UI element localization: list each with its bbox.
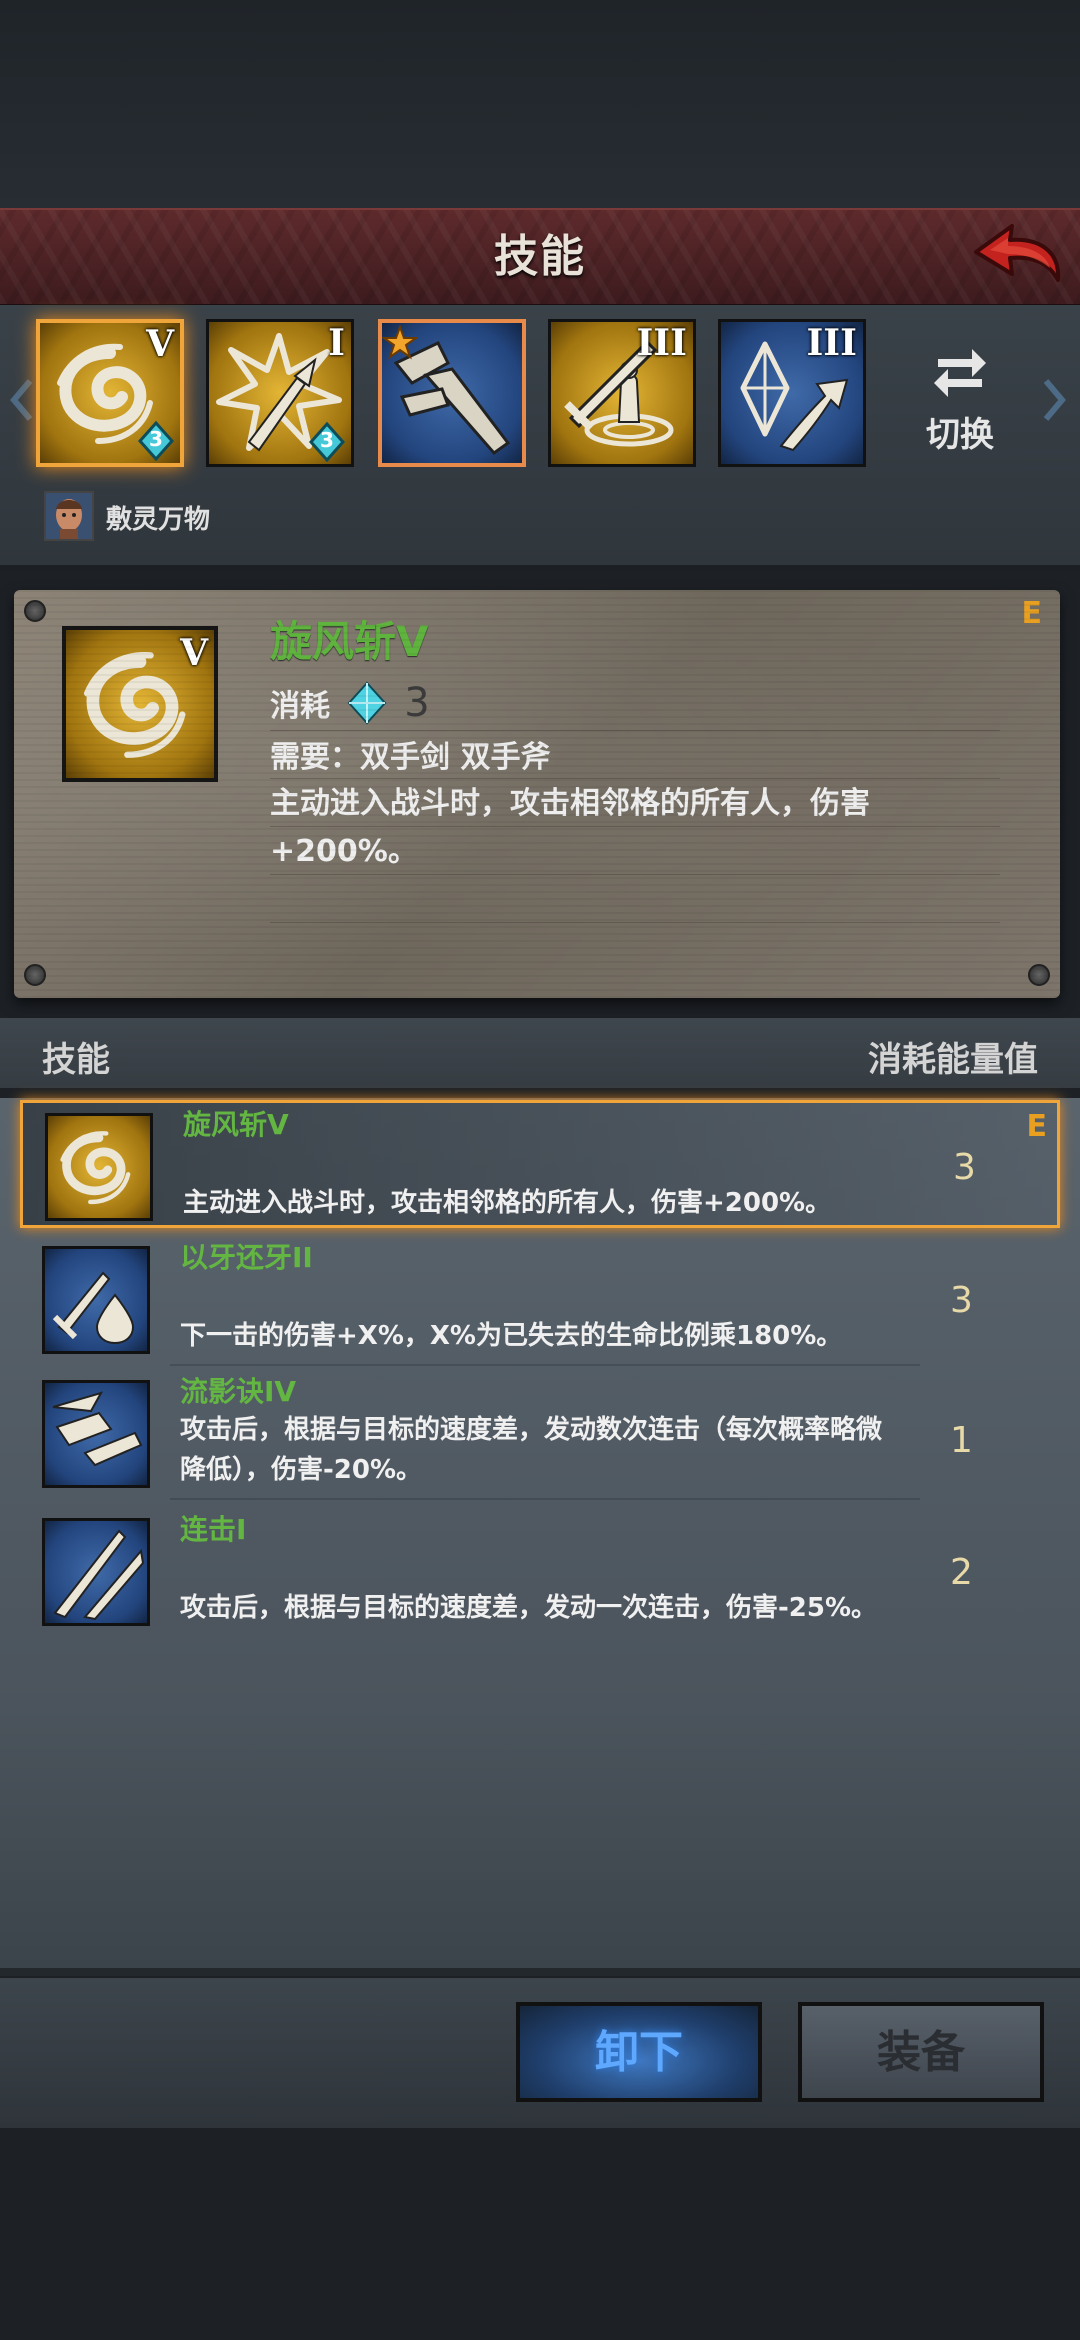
detail-skill-icon: V — [62, 626, 218, 782]
page-title: 技能 — [494, 231, 586, 282]
divider — [270, 922, 1000, 923]
scroll-right-icon[interactable] — [1040, 375, 1070, 425]
divider — [270, 826, 1000, 827]
skill-list: 旋风斩V 主动进入战斗时，攻击相邻格的所有人，伤害+200%。 3 E 以牙还牙… — [0, 1098, 1080, 1976]
column-energy-cost: 消耗能量值 — [868, 1040, 1038, 1080]
divider — [270, 730, 1000, 731]
skill-cost: 2 — [950, 1552, 973, 1593]
skill-slot-4[interactable]: III — [548, 319, 696, 467]
star-icon — [382, 325, 418, 360]
list-item[interactable]: 旋风斩V 主动进入战斗时，攻击相邻格的所有人，伤害+200%。 3 E — [20, 1100, 1060, 1228]
gem-badge-icon: 3 — [307, 422, 347, 462]
list-item[interactable]: 以牙还牙II 下一击的伤害+X%，X%为已失去的生命比例乘180%。 3 — [20, 1236, 1060, 1366]
detail-grade: E — [1021, 596, 1043, 631]
switch-button[interactable]: 切换 — [920, 345, 1000, 456]
skill-slot-4-rank: III — [636, 322, 687, 364]
skill-description: 主动进入战斗时，攻击相邻格的所有人，伤害+200%。 — [183, 1188, 832, 1218]
combo-strike-icon — [42, 1518, 150, 1626]
equipped-skill-bar: V 3 I 3 III III 切换 敷灵万物 — [0, 305, 1080, 571]
energy-gem-icon — [347, 681, 387, 725]
divider — [270, 778, 1000, 779]
whirlwind-icon — [45, 1113, 153, 1221]
equip-button[interactable]: 装备 — [798, 2002, 1044, 2102]
skill-list-header: 技能 消耗能量值 — [0, 1018, 1080, 1088]
skill-slot-2-rank: I — [328, 322, 345, 364]
skill-cost: 3 — [950, 1280, 973, 1321]
back-arrow-icon[interactable] — [968, 218, 1064, 298]
skill-cost: 1 — [950, 1420, 973, 1461]
scroll-left-icon[interactable] — [6, 375, 36, 425]
rivet — [1028, 964, 1050, 986]
skill-slot-2[interactable]: I 3 — [206, 319, 354, 467]
cost-label: 消耗 — [270, 689, 330, 724]
rivet — [24, 964, 46, 986]
character-name: 敷灵万物 — [106, 505, 211, 535]
switch-label: 切换 — [926, 415, 994, 455]
divider — [170, 1364, 920, 1366]
list-item[interactable]: 流影诀IV 攻击后，根据与目标的速度差，发动数次连击（每次概率略微降低），伤害-… — [20, 1370, 1060, 1500]
action-bar: 卸下 装备 — [0, 1978, 1080, 2128]
swap-arrows-icon — [934, 349, 986, 397]
divider — [170, 1498, 920, 1500]
skill-slot-5-rank: III — [806, 322, 857, 364]
skill-name: 旋风斩V — [183, 1108, 289, 1141]
gem-badge-icon: 3 — [136, 421, 176, 461]
detail-skill-rank: V — [180, 632, 208, 674]
cost-value: 3 — [404, 680, 430, 726]
skill-name: 连击I — [180, 1513, 247, 1546]
skill-slot-2-badge: 3 — [320, 428, 334, 452]
column-skill: 技能 — [42, 1040, 110, 1080]
detail-cost: 消耗 3 — [270, 680, 430, 730]
skill-grade: E — [1026, 1109, 1048, 1144]
skill-name: 流影诀IV — [180, 1375, 297, 1408]
skill-detail-panel: V 旋风斩V E 消耗 3 需要：双手剑 双手斧 主动进入战斗时，攻击相邻格的所… — [14, 590, 1060, 998]
skill-description: 攻击后，根据与目标的速度差，发动一次连击，伤害-25%。 — [180, 1593, 878, 1623]
unequip-button[interactable]: 卸下 — [516, 2002, 762, 2102]
skill-cost: 3 — [953, 1147, 976, 1188]
skill-description: 下一击的伤害+X%，X%为已失去的生命比例乘180%。 — [180, 1321, 843, 1351]
title-bar: 技能 — [0, 208, 1080, 307]
rivet — [24, 600, 46, 622]
avatar — [44, 491, 94, 541]
shadow-blade-icon — [42, 1380, 150, 1488]
skill-slot-5[interactable]: III — [718, 319, 866, 467]
divider — [270, 874, 1000, 875]
status-area — [0, 0, 1080, 208]
skill-slot-1-badge: 3 — [149, 427, 163, 451]
blood-sword-icon — [42, 1246, 150, 1354]
skill-slot-1-rank: V — [146, 323, 174, 365]
skill-name: 以牙还牙II — [180, 1241, 313, 1274]
detail-skill-name: 旋风斩V — [270, 617, 429, 666]
bottom-area — [0, 2128, 1080, 2340]
detail-description: 主动进入战斗时，攻击相邻格的所有人，伤害+200%。 — [270, 786, 870, 869]
skill-slot-1[interactable]: V 3 — [36, 319, 184, 467]
list-item[interactable]: 连击I 攻击后，根据与目标的速度差，发动一次连击，伤害-25%。 2 — [20, 1508, 1060, 1636]
detail-requirement: 需要：双手剑 双手斧 — [270, 740, 551, 775]
skill-description: 攻击后，根据与目标的速度差，发动数次连击（每次概率略微降低），伤害-20%。 — [180, 1415, 883, 1485]
skill-slot-3[interactable] — [378, 319, 526, 467]
